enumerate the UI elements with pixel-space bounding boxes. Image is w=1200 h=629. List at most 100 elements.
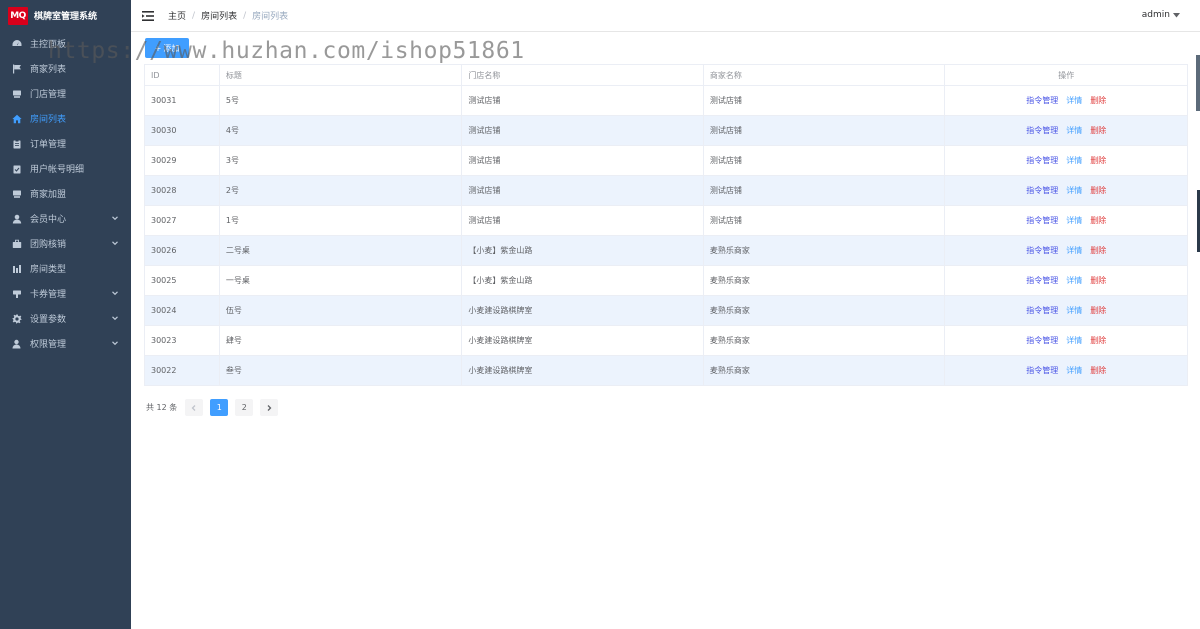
- sidebar-item-1[interactable]: 商家列表: [0, 56, 131, 81]
- breadcrumb-home[interactable]: 主页: [168, 9, 186, 22]
- next-page-button[interactable]: [260, 399, 279, 416]
- cell-actions: 指令管理 详情 删除: [945, 296, 1187, 325]
- user-menu[interactable]: admin: [1142, 10, 1180, 20]
- table-row: 30029 3号 测试店铺 测试店铺 指令管理 详情 删除: [145, 146, 1187, 176]
- sidebar-item-label: 会员中心: [30, 215, 67, 225]
- cell-actions: 指令管理 详情 删除: [945, 206, 1187, 235]
- table-row: 30027 1号 测试店铺 测试店铺 指令管理 详情 删除: [145, 206, 1187, 236]
- scrollbar[interactable]: [1196, 55, 1200, 111]
- command-manage-link[interactable]: 指令管理: [1026, 125, 1058, 136]
- prev-page-button[interactable]: [185, 399, 204, 416]
- cell-actions: 指令管理 详情 删除: [945, 86, 1187, 115]
- header: 主页 / 房间列表 / 房间列表 admin: [131, 0, 1200, 32]
- delete-link[interactable]: 删除: [1090, 155, 1106, 166]
- add-button-label: 添加: [163, 43, 180, 53]
- sidebar-item-6[interactable]: 商家加盟: [0, 181, 131, 206]
- delete-link[interactable]: 删除: [1090, 335, 1106, 346]
- cell-store: 小麦建设路棋牌室: [462, 326, 704, 355]
- cell-merchant: 测试店铺: [704, 116, 946, 145]
- column-header-title: 标题: [220, 65, 463, 85]
- sidebar-menu: 主控面板商家列表门店管理房间列表 订单管理 用户帐号明细 商家加盟会员中心团购核销房间…: [0, 31, 131, 356]
- sidebar-item-label: 房间类型: [30, 265, 67, 275]
- user-shield-icon: [12, 339, 22, 349]
- breadcrumb-section[interactable]: 房间列表: [201, 9, 237, 22]
- cell-store: 【小麦】紫金山路: [462, 236, 704, 265]
- sidebar-item-8[interactable]: 团购核销: [0, 231, 131, 256]
- sidebar-item-12[interactable]: 权限管理: [0, 331, 131, 356]
- cell-title: 一号桌: [220, 266, 463, 295]
- cell-store: 测试店铺: [462, 86, 704, 115]
- detail-link[interactable]: 详情: [1066, 215, 1082, 226]
- sidebar-item-label: 主控面板: [30, 40, 67, 50]
- command-manage-link[interactable]: 指令管理: [1026, 305, 1058, 316]
- delete-link[interactable]: 删除: [1090, 95, 1106, 106]
- detail-link[interactable]: 详情: [1066, 185, 1082, 196]
- dashboard-icon: [12, 39, 22, 49]
- cell-title: 二号桌: [220, 236, 463, 265]
- cell-merchant: 麦熟乐商家: [704, 356, 946, 385]
- command-manage-link[interactable]: 指令管理: [1026, 155, 1058, 166]
- brand: MQ 棋牌室管理系统: [0, 0, 131, 31]
- cell-actions: 指令管理 详情 删除: [945, 116, 1187, 145]
- breadcrumb-separator: /: [243, 10, 247, 21]
- detail-link[interactable]: 详情: [1066, 95, 1082, 106]
- cell-merchant: 测试店铺: [704, 86, 946, 115]
- delete-link[interactable]: 删除: [1090, 215, 1106, 226]
- briefcase-icon: [12, 239, 22, 249]
- command-manage-link[interactable]: 指令管理: [1026, 275, 1058, 286]
- sidebar-item-3[interactable]: 房间列表: [0, 106, 131, 131]
- store-icon: [12, 89, 22, 99]
- cell-id: 30027: [145, 206, 220, 235]
- chevron-down-icon: [111, 289, 119, 297]
- sidebar-item-0[interactable]: 主控面板: [0, 31, 131, 56]
- sidebar-item-9[interactable]: 房间类型: [0, 256, 131, 281]
- delete-link[interactable]: 删除: [1090, 185, 1106, 196]
- page-button[interactable]: 2: [235, 399, 254, 416]
- cell-store: 测试店铺: [462, 146, 704, 175]
- sidebar-item-10[interactable]: 卡券管理: [0, 281, 131, 306]
- user-icon: [12, 214, 22, 224]
- column-header-merchant: 商家名称: [704, 65, 946, 85]
- command-manage-link[interactable]: 指令管理: [1026, 185, 1058, 196]
- delete-link[interactable]: 删除: [1090, 125, 1106, 136]
- page-button[interactable]: 1: [210, 399, 229, 416]
- detail-link[interactable]: 详情: [1066, 365, 1082, 376]
- delete-link[interactable]: 删除: [1090, 275, 1106, 286]
- cell-id: 30024: [145, 296, 220, 325]
- detail-link[interactable]: 详情: [1066, 245, 1082, 256]
- delete-link[interactable]: 删除: [1090, 245, 1106, 256]
- cell-actions: 指令管理 详情 删除: [945, 326, 1187, 355]
- chevron-down-icon: [111, 339, 119, 347]
- sidebar-item-4[interactable]: 订单管理: [0, 131, 131, 156]
- command-manage-link[interactable]: 指令管理: [1026, 365, 1058, 376]
- hamburger-icon[interactable]: [142, 10, 154, 21]
- gear-icon: [12, 314, 22, 324]
- detail-link[interactable]: 详情: [1066, 275, 1082, 286]
- sidebar-item-label: 卡券管理: [30, 290, 67, 300]
- cell-id: 30030: [145, 116, 220, 145]
- command-manage-link[interactable]: 指令管理: [1026, 335, 1058, 346]
- room-table: ID 标题 门店名称 商家名称 操作 30031 5号 测试店铺 测试店铺 指令管理 详情…: [144, 64, 1188, 386]
- cell-title: 5号: [220, 86, 463, 115]
- command-manage-link[interactable]: 指令管理: [1026, 245, 1058, 256]
- sidebar-item-11[interactable]: 设置参数: [0, 306, 131, 331]
- cell-title: 2号: [220, 176, 463, 205]
- cell-store: 测试店铺: [462, 206, 704, 235]
- sidebar-item-label: 门店管理: [30, 90, 67, 100]
- detail-link[interactable]: 详情: [1066, 335, 1082, 346]
- pagination-total: 共 12 条: [146, 403, 178, 412]
- add-button[interactable]: + 添加: [145, 38, 189, 58]
- sidebar-item-7[interactable]: 会员中心: [0, 206, 131, 231]
- detail-link[interactable]: 详情: [1066, 305, 1082, 316]
- delete-link[interactable]: 删除: [1090, 365, 1106, 376]
- delete-link[interactable]: 删除: [1090, 305, 1106, 316]
- sidebar-item-label: 权限管理: [30, 340, 67, 350]
- user-name: admin: [1141, 10, 1170, 20]
- command-manage-link[interactable]: 指令管理: [1026, 95, 1058, 106]
- command-manage-link[interactable]: 指令管理: [1026, 215, 1058, 226]
- detail-link[interactable]: 详情: [1066, 155, 1082, 166]
- sidebar-item-5[interactable]: 用户帐号明细: [0, 156, 131, 181]
- detail-link[interactable]: 详情: [1066, 125, 1082, 136]
- sidebar-item-2[interactable]: 门店管理: [0, 81, 131, 106]
- cell-title: 伍号: [220, 296, 463, 325]
